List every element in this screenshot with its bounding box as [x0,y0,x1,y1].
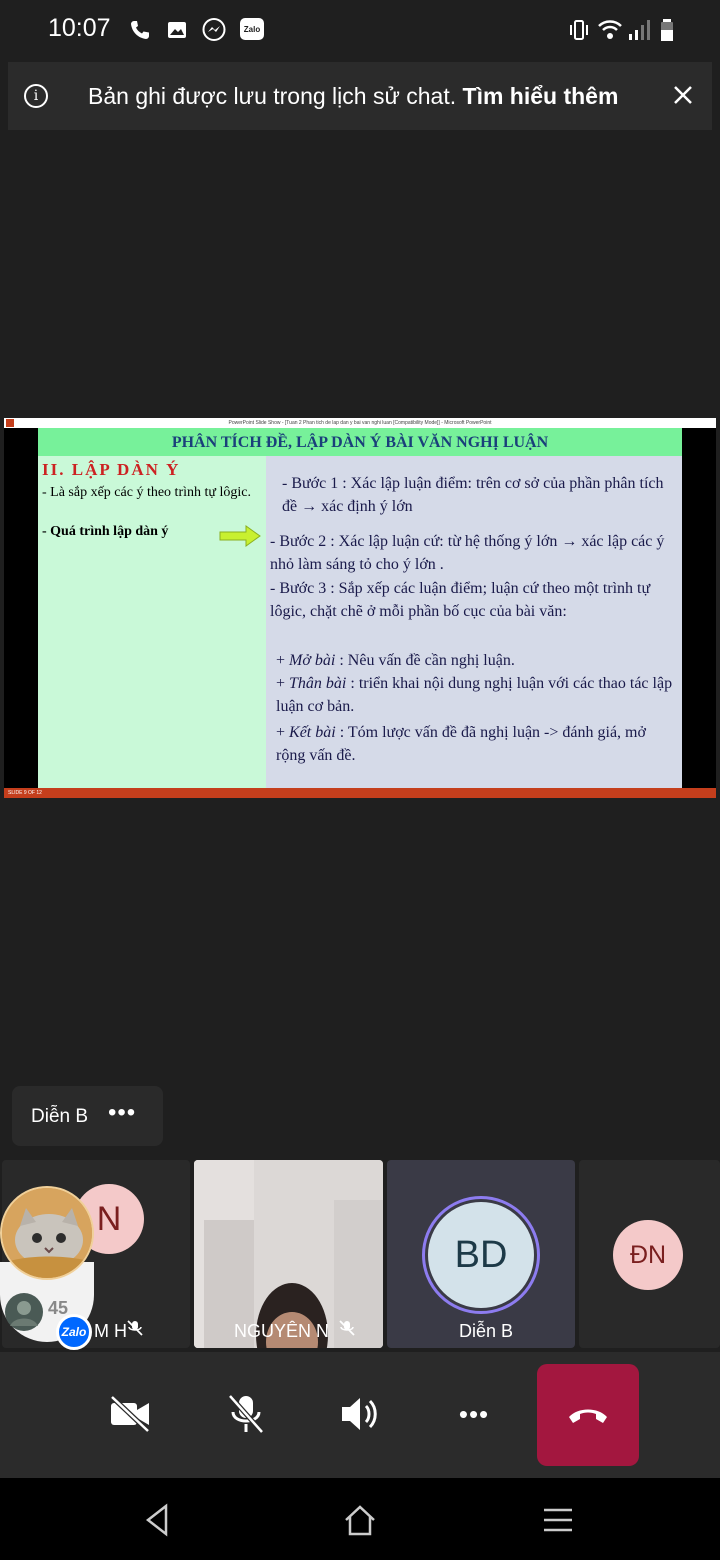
zalo-icon: Zalo [240,18,264,40]
speaking-ring: BD [422,1196,540,1314]
participant-tile-2[interactable]: NGUYÊN N [194,1160,383,1348]
learn-more-link[interactable]: Tìm hiểu thêm [463,83,619,109]
camera-off-icon[interactable] [100,1378,160,1450]
more-icon[interactable]: ••• [444,1378,504,1450]
battery-icon [654,16,680,44]
mic-muted-icon [127,1320,143,1336]
call-controls: ••• [0,1352,720,1478]
more-options-icon[interactable]: ••• [108,1099,136,1127]
wifi-icon [597,16,623,44]
vibrate-icon [566,16,592,44]
step-2: - Bước 2 : Xác lập luận cứ: từ hệ thống … [270,533,665,573]
mo-bai: + Mở bài : Nêu vấn đề cần nghị luận. [276,652,515,669]
than-bai: + Thân bài : triển khai nội dung nghị lu… [276,675,673,715]
banner-message: Bản ghi được lưu trong lịch sử chat. Tìm… [88,83,619,109]
slide-heading: PHÂN TÍCH ĐỀ, LẬP DÀN Ý BÀI VĂN NGHỊ LUẬ… [38,428,682,456]
definition-text: - Là sắp xếp các ý theo trình tự lôgic. [42,485,251,500]
recording-banner: i Bản ghi được lưu trong lịch sử chat. T… [8,62,712,130]
recents-icon[interactable] [538,1500,578,1540]
signal-icon [626,16,652,44]
step-3: - Bước 3 : Sắp xếp các luận điểm; luận c… [270,580,651,620]
slide-right-panel: - Bước 1 : Xác lập luận điểm: trên cơ sở… [266,456,682,788]
participant-name: Diễn B [459,1321,514,1341]
mic-muted-icon [339,1320,355,1336]
speaker-icon[interactable] [330,1378,390,1450]
mic-off-icon[interactable] [216,1378,276,1450]
right-arrow-icon [219,525,261,547]
avatar: ĐN [613,1220,683,1290]
navigation-bar [0,1478,720,1560]
end-call-icon [569,1409,607,1423]
close-icon[interactable] [668,80,698,110]
participant-name: NGUYÊN N [234,1321,330,1341]
zalo-logo-icon: Zalo [56,1314,92,1350]
cat-photo [2,1188,92,1278]
powerpoint-icon [6,419,14,427]
process-label: - Quá trình lập dàn ý [42,524,169,539]
section-title: II. LẬP DÀN Ý [42,460,181,479]
info-icon: i [24,84,48,108]
participant-name: M H [94,1321,127,1341]
gallery-icon [164,16,190,44]
back-icon[interactable] [138,1500,178,1540]
presenter-chip[interactable]: Diễn B ••• [12,1086,163,1146]
powerpoint-title-bar: PowerPoint Slide Show - [Tuan 2 Phan tic… [4,418,716,428]
phone-icon [127,16,153,44]
participant-tile-4[interactable]: ĐN [579,1160,720,1348]
slide-counter: SLIDE 9 OF 12 [8,790,42,796]
slide-left-panel: II. LẬP DÀN Ý - Là sắp xếp các ý theo tr… [38,456,266,788]
end-call-button[interactable] [537,1364,639,1466]
messenger-icon [201,16,227,44]
presenter-name: Diễn B [31,1106,89,1127]
shared-screen: PowerPoint Slide Show - [Tuan 2 Phan tic… [4,418,716,798]
ket-bai: + Kết bài : Tóm lược vấn đề đã nghị luận… [276,724,646,764]
powerpoint-status-bar: SLIDE 9 OF 12 [4,788,716,798]
participant-tile-3[interactable]: BD Diễn B [387,1160,575,1348]
chat-head-avatar-2[interactable] [4,1292,44,1332]
home-icon[interactable] [340,1500,380,1540]
presentation-slide: PHÂN TÍCH ĐỀ, LẬP DÀN Ý BÀI VĂN NGHỊ LUẬ… [38,428,682,788]
clock: 10:07 [48,14,111,42]
status-bar: 10:07 Zalo [0,0,720,60]
avatar: BD [428,1202,534,1308]
chat-head-avatar[interactable] [0,1186,94,1280]
step-1: - Bước 1 : Xác lập luận điểm: trên cơ sở… [282,475,664,515]
